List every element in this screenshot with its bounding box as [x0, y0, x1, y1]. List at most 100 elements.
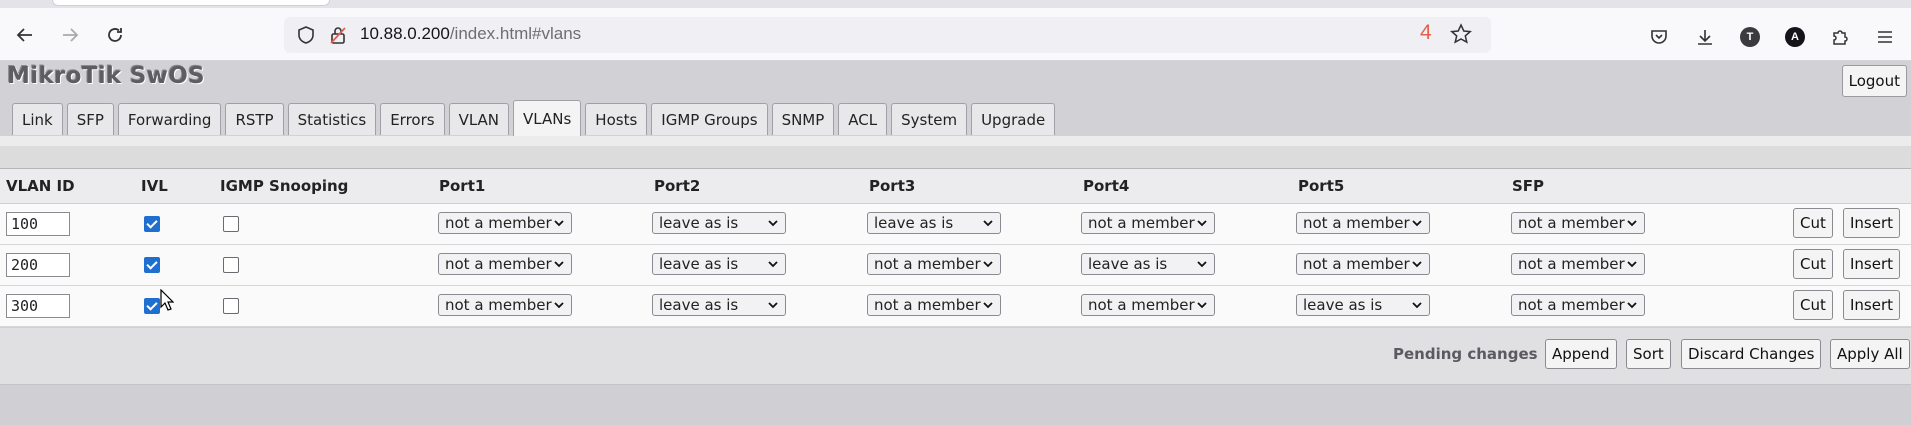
back-button[interactable] [10, 20, 40, 50]
tab-errors[interactable]: Errors [380, 103, 445, 135]
port-membership-select[interactable]: leave as is [867, 212, 1001, 234]
port-membership-select[interactable]: not a member [1081, 212, 1215, 234]
cut-button[interactable]: Cut [1793, 290, 1833, 320]
chevron-down-icon [1196, 216, 1208, 234]
insert-button[interactable]: Insert [1843, 249, 1901, 279]
url-path: /index.html#vlans [449, 24, 582, 43]
chevron-down-icon [553, 298, 565, 316]
bookmark-star-icon[interactable] [1450, 23, 1472, 45]
back-arrow-icon [16, 28, 32, 42]
downloads-button[interactable] [1693, 25, 1717, 49]
apply-all-button[interactable]: Apply All [1830, 339, 1910, 369]
column-header: VLAN ID [6, 177, 75, 195]
port-membership-select[interactable]: not a member [1296, 212, 1430, 234]
port-membership-select[interactable]: not a member [438, 212, 572, 234]
cut-button[interactable]: Cut [1793, 208, 1833, 238]
port-membership-select[interactable]: leave as is [652, 253, 786, 275]
column-header: Port2 [654, 177, 701, 195]
port-membership-select[interactable]: not a member [867, 253, 1001, 275]
tab-snmp[interactable]: SNMP [771, 103, 835, 135]
port-membership-select[interactable]: not a member [867, 294, 1001, 316]
discard-changes-button[interactable]: Discard Changes [1681, 339, 1822, 369]
select-value: not a member [874, 296, 981, 314]
append-button[interactable]: Append [1545, 339, 1617, 369]
forward-arrow-icon [63, 28, 79, 42]
tab-content-top [0, 136, 1911, 146]
insecure-lock-icon[interactable] [328, 25, 348, 45]
vlan-id-input[interactable]: 300 [6, 294, 70, 318]
igmp-snooping-checkbox[interactable] [223, 298, 239, 314]
chevron-down-icon [982, 257, 994, 275]
column-header: IVL [141, 177, 168, 195]
column-header: Port3 [869, 177, 916, 195]
ivl-checkbox[interactable] [144, 257, 160, 273]
column-header: Port1 [439, 177, 486, 195]
tab-vlans[interactable]: VLANs [513, 100, 582, 136]
pocket-button[interactable] [1647, 25, 1671, 49]
port-membership-select[interactable]: not a member [1081, 294, 1215, 316]
logout-button[interactable]: Logout [1841, 65, 1907, 97]
ivl-checkbox[interactable] [144, 298, 160, 314]
tab-sfp[interactable]: SFP [66, 103, 114, 135]
port-membership-select[interactable]: not a member [1511, 294, 1645, 316]
chevron-down-icon [1626, 298, 1638, 316]
tab-upgrade[interactable]: Upgrade [971, 103, 1056, 135]
tab-igmp-groups[interactable]: IGMP Groups [651, 103, 768, 135]
chevron-down-icon [767, 257, 779, 275]
extension-button[interactable]: A [1783, 25, 1807, 49]
select-value: not a member [445, 296, 552, 314]
permissions-badge[interactable]: 4 [1420, 21, 1432, 45]
port-membership-select[interactable]: leave as is [1296, 294, 1430, 316]
column-header: Port4 [1083, 177, 1130, 195]
active-browser-tab[interactable] [52, 0, 330, 6]
port-membership-select[interactable]: leave as is [652, 212, 786, 234]
tab-statistics[interactable]: Statistics [287, 103, 377, 135]
tab-vlan[interactable]: VLAN [448, 103, 510, 135]
reload-button[interactable] [100, 20, 130, 50]
tab-system[interactable]: System [891, 103, 968, 135]
select-value: not a member [1088, 214, 1195, 232]
tracking-shield-icon[interactable] [296, 25, 316, 45]
select-value: not a member [1303, 255, 1410, 273]
insert-button[interactable]: Insert [1843, 290, 1901, 320]
extensions-button[interactable] [1828, 25, 1852, 49]
sort-button[interactable]: Sort [1626, 339, 1671, 369]
download-icon [1698, 30, 1712, 45]
tab-link[interactable]: Link [12, 103, 63, 135]
select-value: not a member [1303, 214, 1410, 232]
select-value: not a member [1518, 255, 1625, 273]
port-membership-select[interactable]: leave as is [1081, 253, 1215, 275]
account-button[interactable]: T [1738, 25, 1762, 49]
app-menu-button[interactable] [1873, 25, 1897, 49]
ivl-checkbox[interactable] [144, 216, 160, 232]
igmp-snooping-checkbox[interactable] [223, 216, 239, 232]
select-value: leave as is [1303, 296, 1383, 314]
port-membership-select[interactable]: not a member [438, 253, 572, 275]
port-membership-select[interactable]: not a member [1511, 253, 1645, 275]
tab-rstp[interactable]: RSTP [225, 103, 284, 135]
chevron-down-icon [553, 216, 565, 234]
insert-button[interactable]: Insert [1843, 208, 1901, 238]
port-membership-select[interactable]: not a member [1511, 212, 1645, 234]
address-bar[interactable]: 10.88.0.200/index.html#vlans 4 [284, 17, 1491, 53]
table-row: 300 not a member leave as is not a member no… [0, 286, 1911, 327]
vlan-id-input[interactable]: 200 [6, 253, 70, 277]
vlans-table: VLAN ID IVL IGMP Snooping Port1 Port2 Port3 Po… [0, 168, 1911, 327]
tab-acl[interactable]: ACL [838, 103, 888, 135]
igmp-snooping-checkbox[interactable] [223, 257, 239, 273]
tab-forwarding[interactable]: Forwarding [117, 103, 222, 135]
port-membership-select[interactable]: not a member [438, 294, 572, 316]
table-footer: Pending changes Append Sort Discard Chan… [0, 328, 1911, 385]
port-membership-select[interactable]: not a member [1296, 253, 1430, 275]
column-header: IGMP Snooping [220, 177, 349, 195]
cut-button[interactable]: Cut [1793, 249, 1833, 279]
chevron-down-icon [1626, 257, 1638, 275]
chevron-down-icon [1196, 257, 1208, 275]
chevron-down-icon [982, 298, 994, 316]
vlan-id-input[interactable]: 100 [6, 212, 70, 236]
tab-hosts[interactable]: Hosts [585, 103, 648, 135]
port-membership-select[interactable]: leave as is [652, 294, 786, 316]
pending-changes-label: Pending changes [1393, 345, 1538, 363]
table-header-row: VLAN ID IVL IGMP Snooping Port1 Port2 Port3 Po… [0, 169, 1911, 204]
forward-button[interactable] [55, 20, 85, 50]
